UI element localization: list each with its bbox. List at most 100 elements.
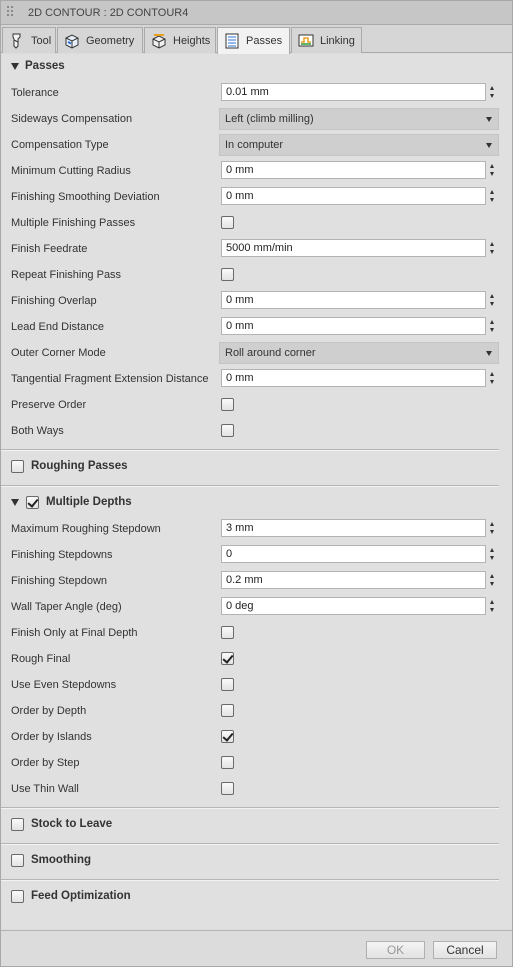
multiple-finishing-passes-label: Multiple Finishing Passes	[11, 217, 136, 229]
finish-feedrate-label: Finish Feedrate	[11, 243, 88, 255]
maximum-roughing-stepdown-field[interactable]: 3 mm	[221, 519, 486, 537]
order-by-depth-label: Order by Depth	[11, 705, 87, 717]
smoothing-title: Smoothing	[31, 854, 92, 866]
finishing-stepdown-row: Finishing Stepdown 0.2 mm	[0, 568, 513, 594]
ok-button[interactable]: OK	[366, 941, 425, 959]
order-by-step-checkbox[interactable]	[221, 756, 234, 769]
tangential-fragment-extension-distance-row: Tangential Fragment Extension Distance 0…	[0, 366, 513, 392]
finishing-stepdowns-spinner[interactable]	[487, 545, 498, 563]
tab-passes[interactable]: Passes	[217, 27, 290, 54]
preserve-order-label: Preserve Order	[11, 399, 87, 411]
outer-corner-mode-select[interactable]: Roll around corner	[219, 342, 499, 364]
passes-section-title: Passes	[25, 60, 65, 72]
order-by-depth-row: Order by Depth	[0, 698, 513, 724]
use-thin-wall-checkbox[interactable]	[221, 782, 234, 795]
tangential-fragment-extension-distance-spinner[interactable]	[487, 369, 498, 387]
heights-icon	[150, 32, 168, 50]
order-by-step-row: Order by Step	[0, 750, 513, 776]
multiple-finishing-passes-checkbox[interactable]	[221, 216, 234, 229]
tab-tool[interactable]: Tool	[2, 27, 56, 53]
stock-to-leave-section-header[interactable]: Stock to Leave	[0, 812, 513, 838]
use-even-stepdowns-checkbox[interactable]	[221, 678, 234, 691]
section-divider	[0, 843, 499, 845]
compensation-type-value: In computer	[225, 139, 284, 151]
smoothing-section-header[interactable]: Smoothing	[0, 848, 513, 874]
feed-optimization-checkbox[interactable]	[11, 890, 24, 903]
tolerance-spinner[interactable]	[487, 83, 498, 101]
finishing-smoothing-deviation-field[interactable]: 0 mm	[221, 187, 486, 205]
passes-panel: Passes Tolerance 0.01 mm Sideways Compen…	[0, 54, 513, 929]
passes-section-header[interactable]: Passes	[0, 54, 513, 80]
minimum-cutting-radius-field[interactable]: 0 mm	[221, 161, 486, 179]
rough-final-row: Rough Final	[0, 646, 513, 672]
collapse-triangle-icon[interactable]	[11, 63, 19, 70]
linking-icon	[297, 32, 315, 50]
rough-final-label: Rough Final	[11, 653, 71, 665]
stock-to-leave-checkbox[interactable]	[11, 818, 24, 831]
use-even-stepdowns-label: Use Even Stepdowns	[11, 679, 117, 691]
maximum-roughing-stepdown-spinner[interactable]	[487, 519, 498, 537]
passes-icon	[223, 32, 241, 50]
roughing-passes-checkbox[interactable]	[11, 460, 24, 473]
tolerance-label: Tolerance	[11, 87, 59, 99]
minimum-cutting-radius-spinner[interactable]	[487, 161, 498, 179]
collapse-triangle-icon[interactable]	[11, 499, 19, 506]
wall-taper-angle-spinner[interactable]	[487, 597, 498, 615]
finishing-overlap-field[interactable]: 0 mm	[221, 291, 486, 309]
maximum-roughing-stepdown-row: Maximum Roughing Stepdown 3 mm	[0, 516, 513, 542]
section-divider	[0, 485, 499, 487]
tab-geometry[interactable]: Geometry	[57, 27, 143, 53]
preserve-order-checkbox[interactable]	[221, 398, 234, 411]
multiple-depths-checkbox[interactable]	[26, 496, 39, 509]
chevron-down-icon	[486, 143, 492, 148]
finishing-stepdown-field[interactable]: 0.2 mm	[221, 571, 486, 589]
multiple-depths-section-header[interactable]: Multiple Depths	[0, 490, 513, 516]
order-by-islands-checkbox[interactable]	[221, 730, 234, 743]
title-bar[interactable]: 2D CONTOUR : 2D CONTOUR4	[0, 0, 513, 25]
order-by-depth-checkbox[interactable]	[221, 704, 234, 717]
compensation-type-select[interactable]: In computer	[219, 134, 499, 156]
wall-taper-angle-row: Wall Taper Angle (deg) 0 deg	[0, 594, 513, 620]
tangential-fragment-extension-distance-field[interactable]: 0 mm	[221, 369, 486, 387]
finish-feedrate-row: Finish Feedrate 5000 mm/min	[0, 236, 513, 262]
finishing-stepdown-spinner[interactable]	[487, 571, 498, 589]
cancel-button[interactable]: Cancel	[433, 941, 497, 959]
tab-linking[interactable]: Linking	[291, 27, 362, 53]
finishing-smoothing-deviation-spinner[interactable]	[487, 187, 498, 205]
finish-feedrate-spinner[interactable]	[487, 239, 498, 257]
section-divider	[0, 449, 499, 451]
finish-feedrate-field[interactable]: 5000 mm/min	[221, 239, 486, 257]
sideways-compensation-row: Sideways Compensation Left (climb millin…	[0, 106, 513, 132]
lead-end-distance-field[interactable]: 0 mm	[221, 317, 486, 335]
roughing-passes-section-header[interactable]: Roughing Passes	[0, 454, 513, 480]
tool-icon	[8, 32, 26, 50]
rough-final-checkbox[interactable]	[221, 652, 234, 665]
chevron-down-icon	[486, 351, 492, 356]
smoothing-checkbox[interactable]	[11, 854, 24, 867]
outer-corner-mode-label: Outer Corner Mode	[11, 347, 106, 359]
repeat-finishing-pass-row: Repeat Finishing Pass	[0, 262, 513, 288]
both-ways-checkbox[interactable]	[221, 424, 234, 437]
tab-bar: Tool Geometry Heights Passes Linking	[0, 25, 513, 54]
finishing-overlap-spinner[interactable]	[487, 291, 498, 309]
tab-heights-label: Heights	[173, 34, 211, 47]
use-even-stepdowns-row: Use Even Stepdowns	[0, 672, 513, 698]
tolerance-field[interactable]: 0.01 mm	[221, 83, 486, 101]
multiple-depths-title: Multiple Depths	[46, 496, 132, 508]
finish-only-at-final-depth-checkbox[interactable]	[221, 626, 234, 639]
wall-taper-angle-label: Wall Taper Angle (deg)	[11, 601, 122, 613]
tab-heights[interactable]: Heights	[144, 27, 216, 53]
use-thin-wall-row: Use Thin Wall	[0, 776, 513, 802]
stock-to-leave-title: Stock to Leave	[31, 818, 113, 830]
repeat-finishing-pass-label: Repeat Finishing Pass	[11, 269, 122, 281]
wall-taper-angle-field[interactable]: 0 deg	[221, 597, 486, 615]
drag-grip-icon[interactable]	[7, 6, 17, 20]
finish-only-at-final-depth-label: Finish Only at Final Depth	[11, 627, 138, 639]
repeat-finishing-pass-checkbox[interactable]	[221, 268, 234, 281]
tangential-fragment-extension-distance-label: Tangential Fragment Extension Distance	[11, 373, 209, 385]
feed-optimization-section-header[interactable]: Feed Optimization	[0, 884, 513, 910]
lead-end-distance-row: Lead End Distance 0 mm	[0, 314, 513, 340]
finishing-stepdowns-field[interactable]: 0	[221, 545, 486, 563]
sideways-compensation-select[interactable]: Left (climb milling)	[219, 108, 499, 130]
lead-end-distance-spinner[interactable]	[487, 317, 498, 335]
